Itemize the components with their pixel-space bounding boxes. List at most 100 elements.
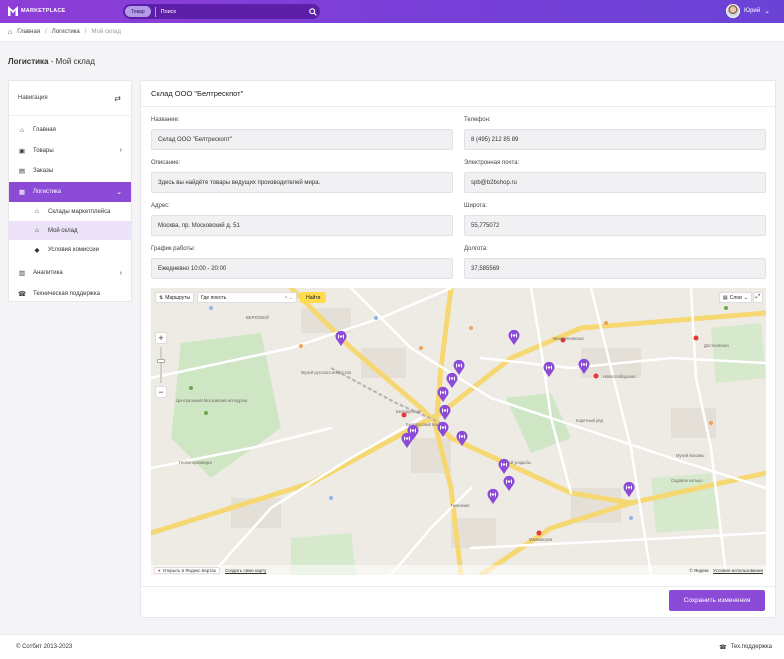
longitude-label: Долгота: — [464, 246, 488, 252]
sidebar-item-label: Логистика — [33, 188, 62, 195]
address-label: Адрес: — [151, 203, 170, 209]
schedule-field[interactable]: Ежедневно 10:00 - 20:00 — [151, 258, 453, 279]
create-map-link[interactable]: Создать свою карту — [225, 568, 266, 573]
sidebar-item-label: Техническая поддержка — [33, 290, 100, 297]
search-input[interactable] — [155, 8, 305, 15]
email-field[interactable]: spb@b2bshop.ru — [464, 172, 766, 193]
sidebar-subitem-label: Условия комиссии — [48, 246, 99, 253]
zoom-out-button[interactable]: − — [155, 386, 167, 398]
support-link[interactable]: ☎ Тех.поддержка — [719, 644, 772, 651]
map[interactable]: ВЕРХОВОЙ Менделеевская Новослободская До… — [151, 288, 766, 575]
map-copyright: © Яндекс — [689, 567, 710, 573]
sidebar-item-home[interactable]: ⌂ Главная — [9, 120, 131, 141]
sidebar-item-logistics[interactable]: ▦ Логистика ⌄ — [9, 181, 131, 202]
open-yandex-link[interactable]: ● Открыть в Яндекс.Картах — [154, 566, 220, 574]
save-button[interactable]: Сохранить изменения — [669, 590, 765, 611]
search-icon — [308, 7, 317, 16]
warehouse-card: Склад ООО "Белтрескпот" Название: Склад … — [140, 80, 776, 618]
zoom-slider-handle[interactable] — [157, 359, 165, 363]
breadcrumb: ⌂ Главная / Логистика / Мой склад — [0, 23, 784, 42]
warehouse-marker[interactable] — [508, 329, 520, 345]
map-place-label: Музей русского искусства — [301, 370, 351, 375]
sidebar-item-support[interactable]: ☎ Техническая поддержка — [9, 284, 131, 305]
routes-button[interactable]: ⇅ Маршруты — [155, 292, 195, 303]
terms-link[interactable]: Условия использования — [713, 568, 763, 573]
zoom-slider[interactable] — [157, 347, 165, 383]
logo-text: MARKETPLACE — [21, 8, 66, 14]
phone-field[interactable]: 8 (495) 212 85 89 — [464, 129, 766, 150]
search-bar: Товар — [123, 4, 320, 19]
address-field[interactable]: Москва, пр. Московский д. 51 — [151, 215, 453, 236]
chevron-right-icon: › — [119, 269, 122, 277]
breadcrumb-current: Мой склад — [91, 29, 121, 35]
sidebar-subitem-my-warehouse[interactable]: ⌂ Мой склад — [9, 221, 131, 240]
top-bar: MARKETPLACE Товар Юрий ⌄ — [0, 0, 784, 23]
support-icon: ☎ — [719, 644, 727, 651]
logo-icon — [8, 6, 18, 16]
routes-label: Маршруты — [165, 294, 191, 301]
map-search-placeholder: Где поесть — [201, 294, 227, 301]
warehouse-marker[interactable] — [543, 361, 555, 377]
home-icon: ⌂ — [8, 28, 13, 36]
support-label: Тех.поддержка — [730, 644, 772, 650]
map-place-label: Новослободская — [603, 374, 636, 379]
description-field[interactable]: Здесь вы найдёте товары ведущих производ… — [151, 172, 453, 193]
avatar — [726, 4, 741, 18]
longitude-field[interactable]: 37,585569 — [464, 258, 766, 279]
latitude-field[interactable]: 55,775072 — [464, 215, 766, 236]
logistics-icon: ▦ — [18, 188, 26, 196]
chart-icon: ▥ — [18, 270, 26, 278]
breadcrumb-home[interactable]: Главная — [17, 29, 40, 35]
phone-label: Телефон: — [464, 117, 491, 123]
orders-icon: ▤ — [18, 168, 26, 176]
card-footer-divider — [141, 586, 775, 587]
search-button[interactable] — [305, 4, 320, 19]
swap-icon[interactable]: ⇄ — [114, 94, 121, 103]
description-label: Описание: — [151, 160, 181, 166]
sidebar-subitem-commission[interactable]: ◆ Условия комиссии — [9, 240, 131, 259]
user-menu[interactable]: Юрий ⌄ — [726, 4, 770, 18]
sidebar-item-analytics[interactable]: ▥ Аналитика › — [9, 263, 131, 284]
warehouse-marker[interactable] — [437, 421, 449, 437]
layers-button[interactable]: ▤ Слои ⌄ — [718, 292, 752, 303]
name-field[interactable]: Склад ООО "Белтрескопт" — [151, 129, 453, 150]
sidebar-item-orders[interactable]: ▤ Заказы — [9, 161, 131, 182]
chevron-right-icon: › — [119, 147, 122, 155]
layers-label: Слои — [729, 294, 742, 301]
breadcrumb-separator: / — [45, 29, 47, 35]
warehouse-marker[interactable] — [503, 475, 515, 491]
name-label: Название: — [151, 117, 180, 123]
map-pin-icon: ● — [158, 567, 161, 573]
find-button[interactable]: Найти — [300, 292, 327, 303]
sidebar-subitem-marketplace-warehouses[interactable]: ⌂ Склады маркетплейса — [9, 202, 131, 221]
map-place-label: Садовое кольцо — [671, 478, 703, 483]
sidebar: Навигация ⇄ ⌂ Главная ▣ Товары › ▤ Заказ… — [8, 80, 132, 302]
map-place-label: Музей Москвы — [676, 453, 705, 458]
warehouse-marker[interactable] — [439, 404, 451, 420]
zoom-in-button[interactable]: + — [155, 332, 167, 344]
clear-icon[interactable]: × ⌄ — [285, 295, 294, 301]
warehouse-marker[interactable] — [456, 430, 468, 446]
fullscreen-button[interactable]: ⤢ — [753, 292, 763, 303]
map-search-input[interactable]: Где поесть × ⌄ — [197, 292, 298, 303]
warehouse-marker[interactable] — [487, 488, 499, 504]
map-place-label: Гимназия — [451, 503, 470, 508]
warehouse-marker[interactable] — [401, 432, 413, 448]
latitude-label: Широта: — [464, 203, 488, 209]
warehouses-icon: ⌂ — [35, 208, 39, 215]
warehouse-marker[interactable] — [623, 481, 635, 497]
chevron-down-icon: ⌄ — [116, 188, 122, 196]
warehouse-marker[interactable] — [578, 358, 590, 374]
sidebar-item-products[interactable]: ▣ Товары › — [9, 141, 131, 162]
map-place-label: Менделеевская — [553, 336, 584, 341]
user-name: Юрий — [744, 8, 761, 14]
warehouse-marker[interactable] — [335, 330, 347, 346]
warehouse-marker[interactable] — [498, 458, 510, 474]
search-scope-select[interactable]: Товар — [125, 6, 151, 17]
logo[interactable]: MARKETPLACE — [8, 6, 65, 16]
breadcrumb-logistics[interactable]: Логистика — [52, 29, 80, 35]
warehouse-icon: ⌂ — [35, 227, 39, 234]
layers-icon: ▤ — [722, 294, 728, 301]
warehouse-marker[interactable] — [437, 386, 449, 402]
schedule-label: График работы: — [151, 246, 196, 252]
